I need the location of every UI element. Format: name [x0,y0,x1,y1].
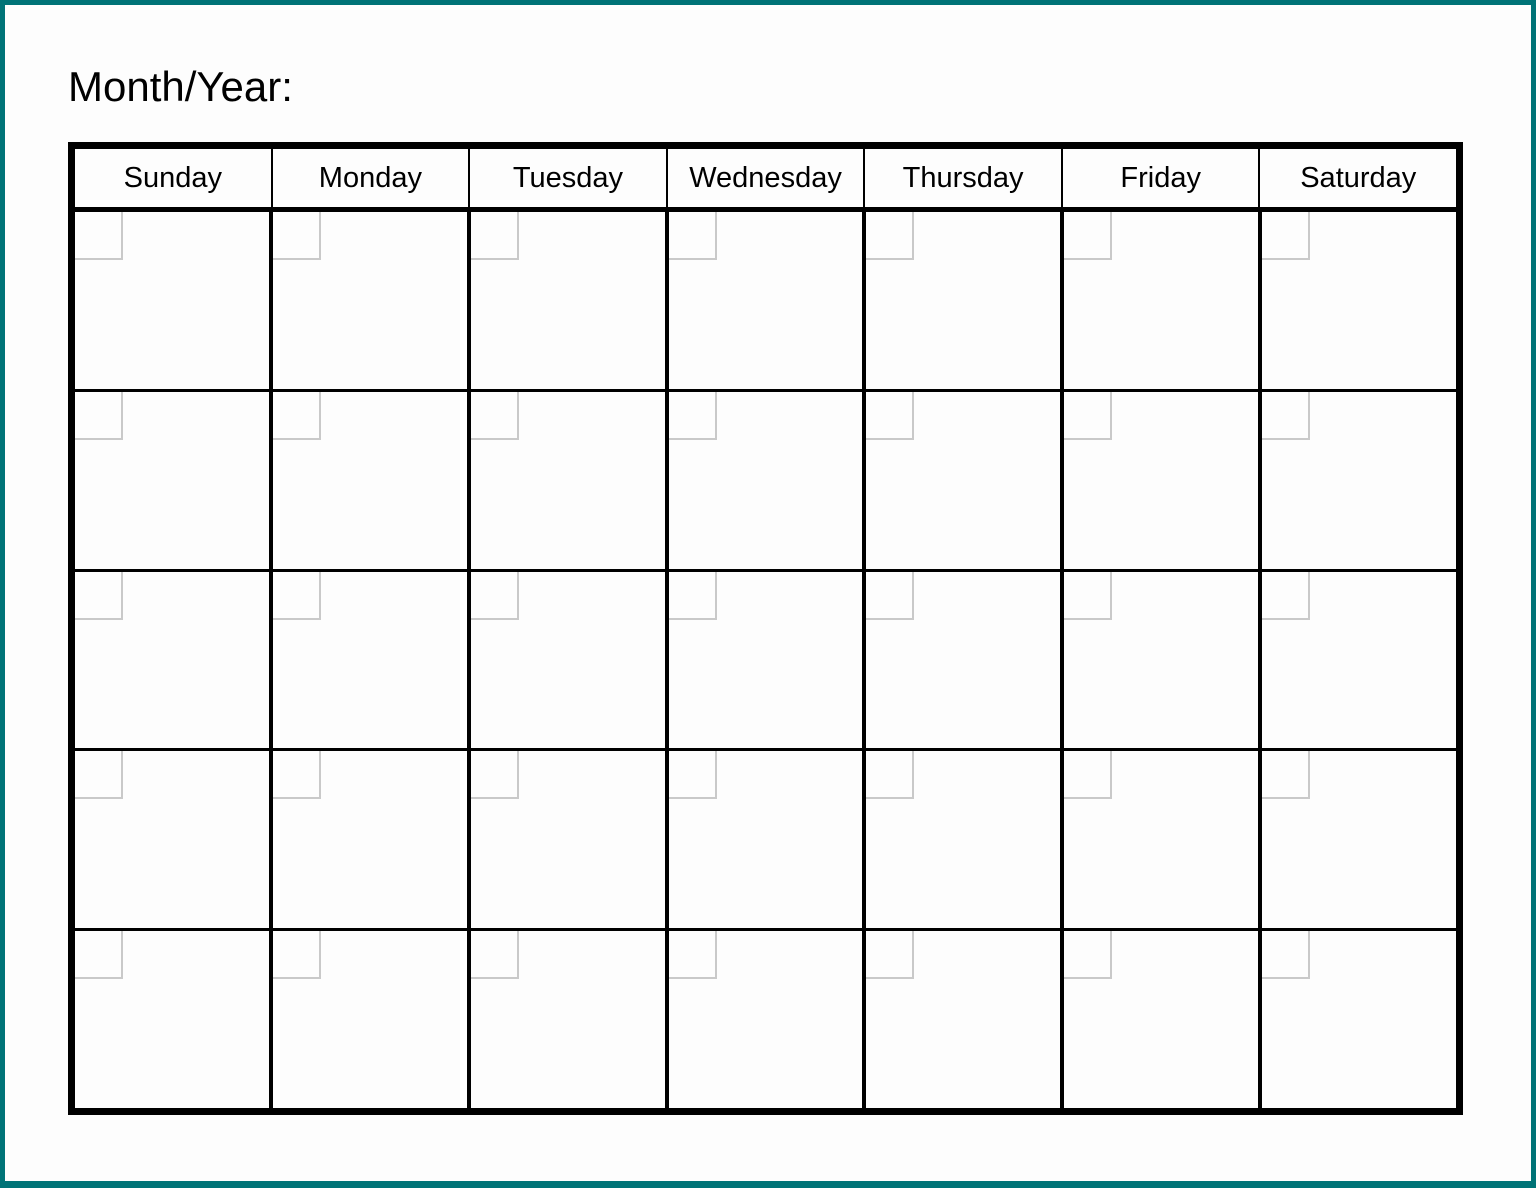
week-row [75,212,1457,392]
weekday-header-row: Sunday Monday Tuesday Wednesday Thursday… [75,149,1456,212]
date-number-box[interactable] [866,571,915,620]
day-cell[interactable] [1064,751,1263,929]
date-number-box[interactable] [75,751,123,800]
date-number-box[interactable] [1064,571,1113,620]
day-cell[interactable] [1064,391,1263,569]
date-number-box[interactable] [668,751,717,800]
date-number-box[interactable] [668,931,717,980]
weekday-header-saturday: Saturday [1260,149,1456,207]
date-number-box[interactable] [866,212,915,260]
date-number-box[interactable] [1262,391,1311,440]
day-cell[interactable] [866,571,1065,749]
weekday-header-friday: Friday [1063,149,1261,207]
day-cell[interactable] [75,931,273,1108]
date-number-box[interactable] [272,931,321,980]
day-cell[interactable] [866,212,1065,389]
date-number-box[interactable] [470,391,519,440]
calendar-weeks [75,212,1457,1108]
date-number-box[interactable] [1262,931,1311,980]
day-cell[interactable] [272,212,471,389]
day-cell[interactable] [1262,751,1457,929]
date-number-box[interactable] [75,571,123,620]
weekday-header-label: Sunday [123,161,222,194]
date-number-box[interactable] [1262,751,1311,800]
day-cell[interactable] [470,931,669,1108]
day-cell[interactable] [272,391,471,569]
date-number-box[interactable] [1064,212,1113,260]
date-number-box[interactable] [668,212,717,260]
date-number-box[interactable] [1064,751,1113,800]
weekday-header-label: Wednesday [689,161,842,194]
date-number-box[interactable] [272,212,321,260]
weekday-header-monday: Monday [273,149,471,207]
date-number-box[interactable] [272,571,321,620]
day-cell[interactable] [272,571,471,749]
day-cell[interactable] [866,751,1065,929]
day-cell[interactable] [75,391,273,569]
weekday-header-label: Tuesday [512,161,624,194]
week-row [75,931,1457,1108]
date-number-box[interactable] [866,751,915,800]
day-cell[interactable] [1064,571,1263,749]
day-cell[interactable] [272,931,471,1108]
day-cell[interactable] [75,212,273,389]
day-cell[interactable] [272,751,471,929]
weekday-header-label: Monday [318,161,422,194]
date-number-box[interactable] [470,212,519,260]
day-cell[interactable] [668,571,867,749]
date-number-box[interactable] [75,391,123,440]
date-number-box[interactable] [272,391,321,440]
weekday-header-label: Thursday [902,161,1024,194]
day-cell[interactable] [668,931,867,1108]
day-cell[interactable] [1262,931,1457,1108]
date-number-box[interactable] [470,751,519,800]
week-row [75,571,1457,752]
week-row [75,751,1457,932]
weekday-header-label: Friday [1120,161,1201,194]
date-number-box[interactable] [1064,391,1113,440]
page-title: Month/Year: [68,63,293,110]
date-number-box[interactable] [75,931,123,980]
date-number-box[interactable] [1262,571,1311,620]
day-cell[interactable] [470,571,669,749]
day-cell[interactable] [75,571,273,749]
date-number-box[interactable] [1262,212,1311,260]
date-number-box[interactable] [470,571,519,620]
day-cell[interactable] [1064,212,1263,389]
day-cell[interactable] [1064,931,1263,1108]
weekday-header-wednesday: Wednesday [668,149,866,207]
weekday-header-sunday: Sunday [75,149,273,207]
day-cell[interactable] [470,391,669,569]
weekday-header-label: Saturday [1300,161,1417,194]
weekday-header-tuesday: Tuesday [470,149,668,207]
day-cell[interactable] [470,212,669,389]
date-number-box[interactable] [668,391,717,440]
day-cell[interactable] [1262,391,1457,569]
date-number-box[interactable] [866,931,915,980]
day-cell[interactable] [1262,571,1457,749]
date-number-box[interactable] [866,391,915,440]
day-cell[interactable] [668,212,867,389]
day-cell[interactable] [1262,212,1457,389]
date-number-box[interactable] [75,212,123,260]
date-number-box[interactable] [668,571,717,620]
day-cell[interactable] [866,391,1065,569]
day-cell[interactable] [668,391,867,569]
day-cell[interactable] [75,751,273,929]
day-cell[interactable] [470,751,669,929]
page-sheet: Month/Year: Sunday Monday Tuesday Wednes… [5,5,1531,1181]
week-row [75,391,1457,572]
day-cell[interactable] [866,931,1065,1108]
calendar-grid: Sunday Monday Tuesday Wednesday Thursday… [68,142,1463,1115]
day-cell[interactable] [668,751,867,929]
weekday-header-thursday: Thursday [865,149,1063,207]
date-number-box[interactable] [1064,931,1113,980]
date-number-box[interactable] [470,931,519,980]
date-number-box[interactable] [272,751,321,800]
